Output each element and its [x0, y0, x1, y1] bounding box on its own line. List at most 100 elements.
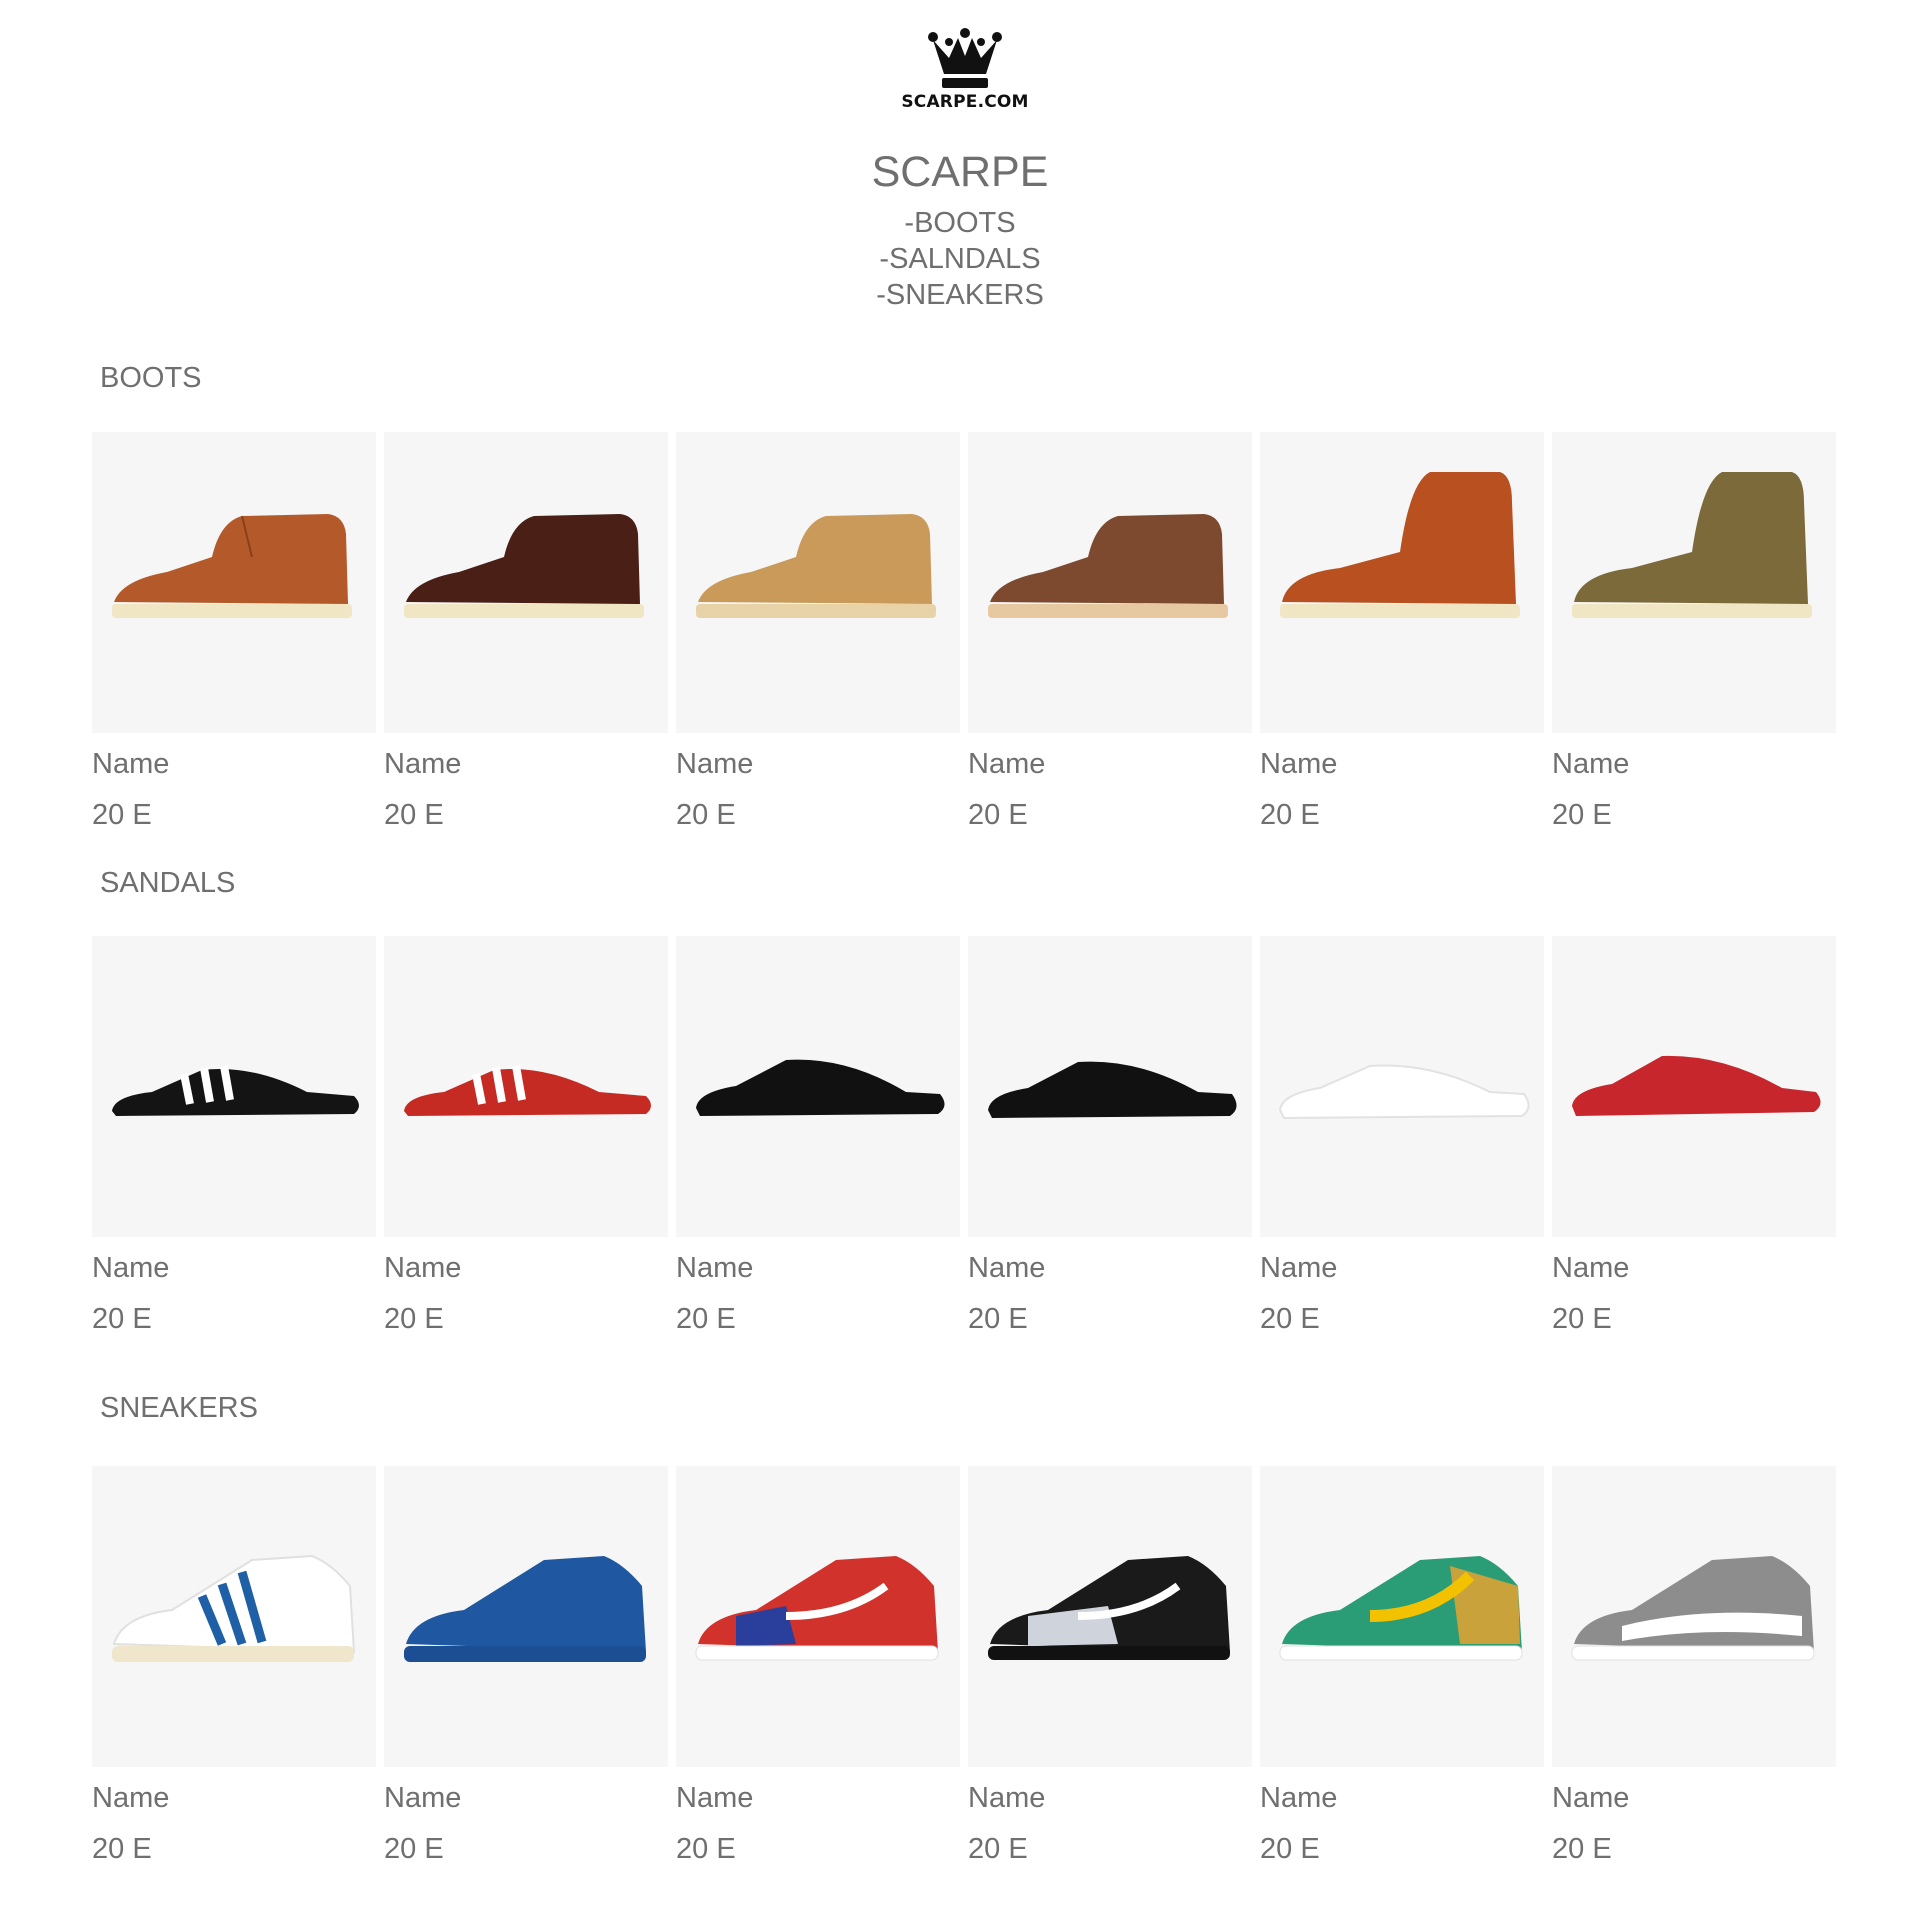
product-price: 20 E: [968, 1833, 1028, 1865]
product-name: Name: [968, 748, 1046, 780]
nav-link-sneakers[interactable]: -SNEAKERS: [0, 277, 1920, 313]
product-image[interactable]: [676, 1466, 960, 1767]
product-card[interactable]: Name 20 E: [384, 1466, 668, 1867]
product-card[interactable]: Name 20 E: [968, 1466, 1252, 1867]
product-image[interactable]: [968, 1466, 1252, 1767]
sneaker-icon: [695, 1556, 939, 1661]
product-price: 20 E: [384, 1303, 444, 1335]
slide-icon: [988, 1061, 1237, 1118]
boot-icon: [404, 514, 644, 618]
product-price: 20 E: [968, 799, 1028, 831]
slide-icon: [1278, 1064, 1530, 1120]
product-price: 20 E: [384, 799, 444, 831]
product-card[interactable]: Name 20 E: [92, 936, 376, 1337]
product-card[interactable]: Name 20 E: [676, 936, 960, 1337]
product-card[interactable]: Name 20 E: [1552, 1466, 1836, 1867]
product-card[interactable]: Name 20 E: [384, 432, 668, 833]
product-name: Name: [384, 1252, 462, 1284]
product-price: 20 E: [92, 799, 152, 831]
product-price: 20 E: [1552, 1833, 1612, 1865]
boot-icon: [112, 514, 352, 618]
product-price: 20 E: [676, 1303, 736, 1335]
product-image[interactable]: [968, 432, 1252, 733]
product-card[interactable]: Name 20 E: [1260, 432, 1544, 833]
product-price: 20 E: [1552, 799, 1612, 831]
sneaker-icon: [1279, 1556, 1523, 1661]
product-image[interactable]: [384, 1466, 668, 1767]
sneaker-icon: [1571, 1556, 1815, 1661]
sneaker-icon: [112, 1554, 356, 1662]
sneakers-grid: Name 20 E Name 20 E Name 20 E Name 20 E …: [92, 1466, 1836, 1867]
section-title-boots: BOOTS: [100, 362, 202, 394]
product-card[interactable]: Name 20 E: [968, 432, 1252, 833]
product-card[interactable]: Name 20 E: [92, 1466, 376, 1867]
site-title: SCARPE: [871, 148, 1049, 196]
product-card[interactable]: Name 20 E: [92, 432, 376, 833]
product-name: Name: [1552, 1252, 1630, 1284]
product-image[interactable]: [384, 936, 668, 1237]
product-image[interactable]: [1552, 432, 1836, 733]
product-name: Name: [92, 1782, 170, 1814]
sneaker-icon: [988, 1556, 1230, 1660]
sneaker-icon: [404, 1556, 646, 1662]
product-image[interactable]: [92, 936, 376, 1237]
product-image[interactable]: [968, 936, 1252, 1237]
product-price: 20 E: [968, 1303, 1028, 1335]
product-price: 20 E: [92, 1303, 152, 1335]
product-card[interactable]: Name 20 E: [676, 1466, 960, 1867]
product-name: Name: [1260, 748, 1338, 780]
product-image[interactable]: [1260, 1466, 1544, 1767]
slide-icon: [1572, 1055, 1821, 1116]
nav-link-sandals[interactable]: -SALNDALS: [0, 241, 1920, 277]
product-name: Name: [1552, 1782, 1630, 1814]
product-image[interactable]: [92, 1466, 376, 1767]
product-name: Name: [968, 1252, 1046, 1284]
logo-wordmark: SCARPE.COM: [901, 92, 1029, 112]
sandals-grid: Name 20 E Name 20 E Name 20 E Name 20 E: [92, 936, 1836, 1337]
product-price: 20 E: [676, 799, 736, 831]
product-name: Name: [676, 1252, 754, 1284]
product-image[interactable]: [1260, 936, 1544, 1237]
boot-icon: [696, 514, 936, 618]
product-price: 20 E: [1260, 799, 1320, 831]
product-price: 20 E: [1260, 1303, 1320, 1335]
product-name: Name: [676, 748, 754, 780]
boot-icon: [1280, 472, 1520, 618]
section-title-sneakers: SNEAKERS: [100, 1392, 258, 1424]
boots-grid: Name 20 E Name 20 E Name 20 E Name 20 E …: [92, 432, 1836, 833]
product-image[interactable]: [676, 936, 960, 1237]
nav-link-boots[interactable]: -BOOTS: [0, 205, 1920, 241]
product-card[interactable]: Name 20 E: [1552, 936, 1836, 1337]
product-card[interactable]: Name 20 E: [1260, 936, 1544, 1337]
product-name: Name: [1552, 748, 1630, 780]
product-card[interactable]: Name 20 E: [968, 936, 1252, 1337]
product-image[interactable]: [384, 432, 668, 733]
product-image[interactable]: [1260, 432, 1544, 733]
product-name: Name: [384, 1782, 462, 1814]
site-logo[interactable]: SCARPE.COM: [895, 28, 1035, 123]
product-image[interactable]: [1552, 936, 1836, 1237]
product-price: 20 E: [384, 1833, 444, 1865]
product-price: 20 E: [1552, 1303, 1612, 1335]
boot-icon: [1572, 472, 1812, 618]
product-card[interactable]: Name 20 E: [1552, 432, 1836, 833]
crown-icon: [928, 28, 1002, 88]
product-image[interactable]: [1552, 1466, 1836, 1767]
product-name: Name: [92, 748, 170, 780]
product-price: 20 E: [676, 1833, 736, 1865]
product-name: Name: [1260, 1782, 1338, 1814]
product-name: Name: [1260, 1252, 1338, 1284]
slide-icon: [404, 1065, 651, 1116]
product-name: Name: [384, 748, 462, 780]
section-title-sandals: SANDALS: [100, 867, 236, 899]
product-card[interactable]: Name 20 E: [384, 936, 668, 1337]
product-image[interactable]: [92, 432, 376, 733]
product-price: 20 E: [92, 1833, 152, 1865]
product-price: 20 E: [1260, 1833, 1320, 1865]
product-card[interactable]: Name 20 E: [676, 432, 960, 833]
product-image[interactable]: [676, 432, 960, 733]
category-nav: -BOOTS -SALNDALS -SNEAKERS: [0, 205, 1920, 313]
product-name: Name: [92, 1252, 170, 1284]
product-name: Name: [968, 1782, 1046, 1814]
product-card[interactable]: Name 20 E: [1260, 1466, 1544, 1867]
